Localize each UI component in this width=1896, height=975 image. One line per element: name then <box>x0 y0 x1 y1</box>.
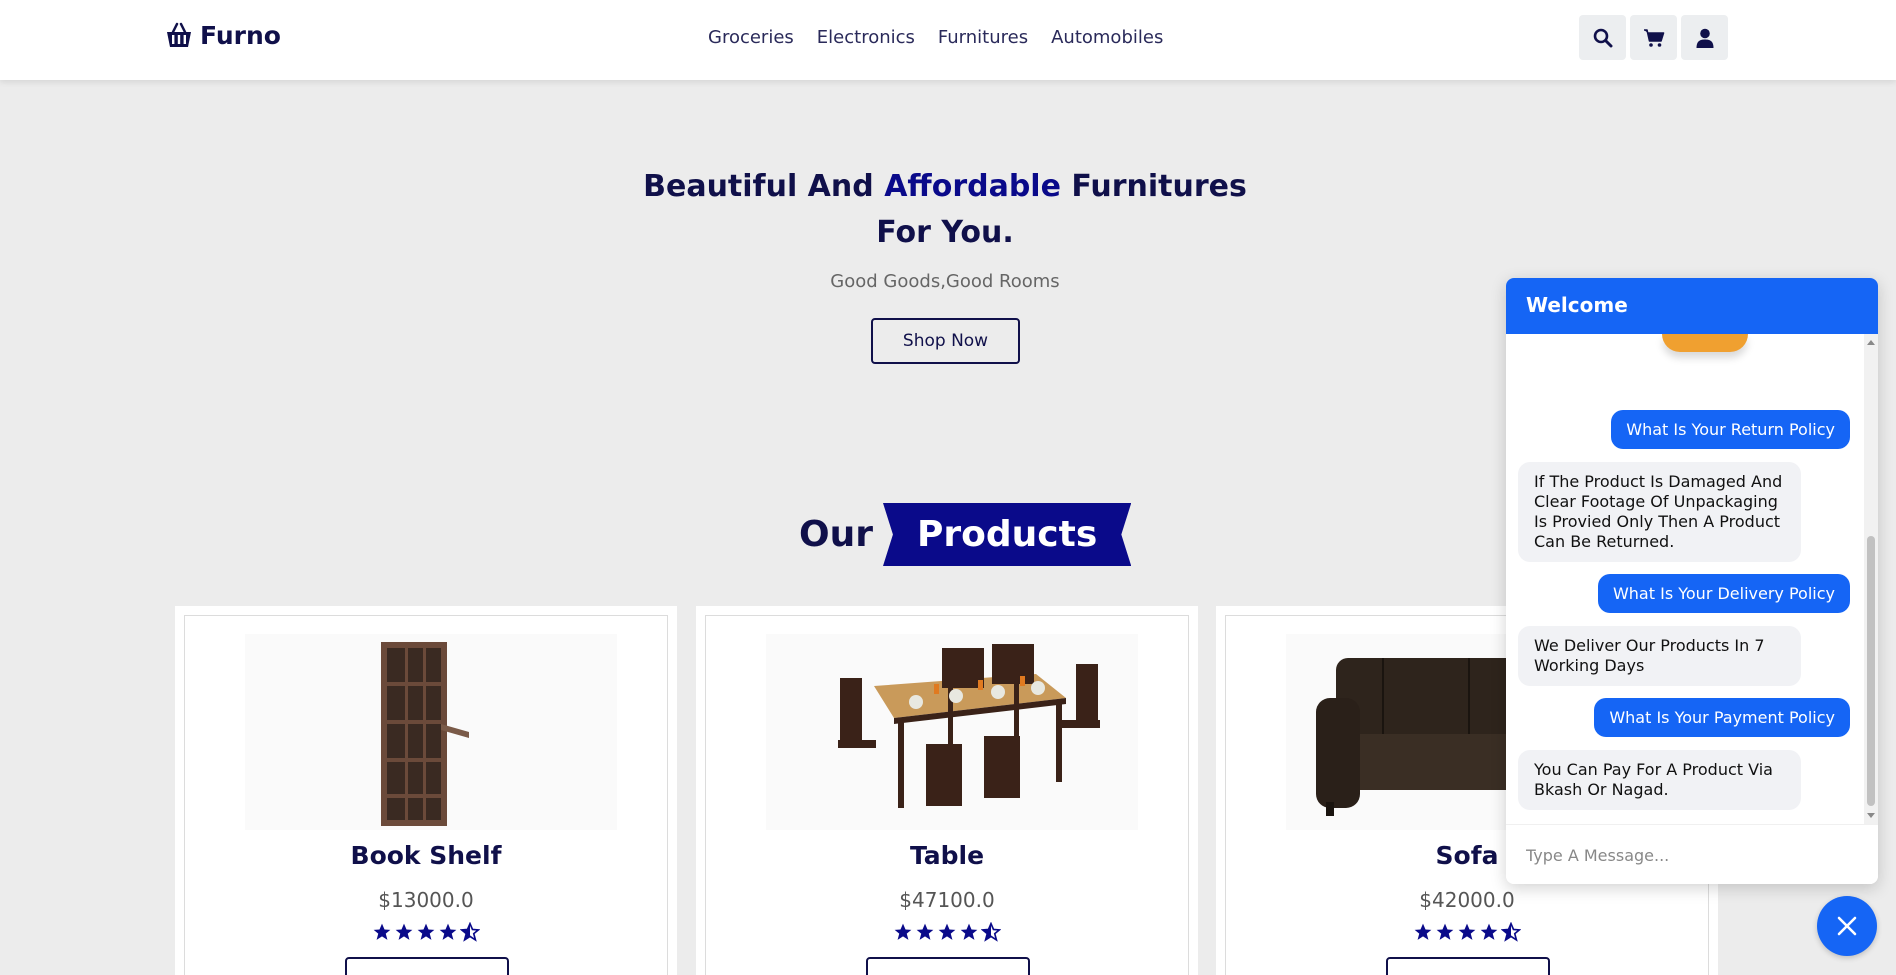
hero-title-part1: Beautiful And <box>643 169 885 204</box>
table-image <box>838 644 1100 808</box>
shop-now-button[interactable]: Shop Now <box>871 318 1020 364</box>
nav-electronics[interactable]: Electronics <box>817 27 915 48</box>
star-full-icon <box>373 923 391 940</box>
products-section-heading: Our Products <box>799 503 1132 566</box>
chat-message-user: What Is Your Delivery Policy <box>1597 574 1850 613</box>
product-rating <box>706 922 1188 942</box>
star-full-icon <box>1480 923 1498 940</box>
star-full-icon <box>1414 923 1432 940</box>
product-card[interactable]: Book Shelf $13000.0 <box>175 606 677 975</box>
chat-message-input[interactable] <box>1506 825 1878 884</box>
nav-automobiles[interactable]: Automobiles <box>1051 27 1163 48</box>
hero-subtitle: Good Goods,Good Rooms <box>830 271 1060 292</box>
scroll-up-icon[interactable] <box>1867 340 1875 345</box>
product-image <box>245 634 617 830</box>
search-button[interactable] <box>1579 15 1626 60</box>
cart-button[interactable] <box>1630 15 1677 60</box>
basket-icon <box>167 22 191 47</box>
add-to-cart-button[interactable] <box>345 957 509 975</box>
star-full-icon <box>395 923 413 940</box>
product-rating <box>1226 922 1708 942</box>
hero-title-accent: Affordable <box>884 169 1061 204</box>
star-full-icon <box>938 923 956 940</box>
header-actions <box>1579 15 1728 60</box>
star-half-icon <box>1501 922 1521 942</box>
star-full-icon <box>1436 923 1454 940</box>
cart-icon <box>1643 28 1664 47</box>
chat-message-user: What Is Your Payment Policy <box>1594 698 1850 737</box>
product-price: $47100.0 <box>899 888 995 912</box>
chat-scrollbar-thumb[interactable] <box>1867 536 1875 806</box>
brand-logo[interactable]: Furno <box>164 20 281 50</box>
product-price: $13000.0 <box>378 888 474 912</box>
chat-input-area <box>1506 824 1878 884</box>
star-full-icon <box>960 923 978 940</box>
product-card[interactable]: Table $47100.0 <box>696 606 1198 975</box>
heading-our: Our <box>799 514 873 555</box>
star-full-icon <box>417 923 435 940</box>
star-full-icon <box>1458 923 1476 940</box>
chat-message-bot: You Can Pay For A Product Via Bkash Or N… <box>1518 750 1801 810</box>
product-rating <box>185 922 667 942</box>
account-button[interactable] <box>1681 15 1728 60</box>
add-to-cart-button[interactable] <box>866 957 1030 975</box>
nav-furnitures[interactable]: Furnitures <box>938 27 1028 48</box>
chat-messages[interactable]: What Is Your Return Policy If The Produc… <box>1506 334 1878 824</box>
nav-groceries[interactable]: Groceries <box>708 27 794 48</box>
chat-scrollbar[interactable] <box>1864 334 1878 824</box>
close-icon <box>1837 916 1857 936</box>
star-half-icon <box>981 922 1001 942</box>
chat-decoration <box>1662 334 1748 352</box>
add-to-cart-button[interactable] <box>1386 957 1550 975</box>
heading-products-ribbon: Products <box>883 503 1132 566</box>
scroll-down-icon[interactable] <box>1867 813 1875 818</box>
hero-title: Beautiful And Affordable Furnitures For … <box>640 164 1250 256</box>
product-price: $42000.0 <box>1419 888 1515 912</box>
chat-widget: Welcome What Is Your Return Policy If Th… <box>1506 278 1878 884</box>
main-nav: Groceries Electronics Furnitures Automob… <box>708 27 1163 48</box>
product-name: Table <box>909 841 985 870</box>
chat-message-bot: We Deliver Our Products In 7 Working Day… <box>1518 626 1801 686</box>
product-name: Book Shelf <box>350 841 502 870</box>
chat-message-user: What Is Your Return Policy <box>1611 410 1850 449</box>
product-card-frame: Book Shelf $13000.0 <box>184 615 668 975</box>
product-card-frame: Table $47100.0 <box>705 615 1189 975</box>
star-full-icon <box>439 923 457 940</box>
chat-header: Welcome <box>1506 278 1878 334</box>
search-icon <box>1593 28 1612 47</box>
chat-close-button[interactable] <box>1817 896 1877 956</box>
star-full-icon <box>894 923 912 940</box>
brand-name: Furno <box>200 20 281 50</box>
star-half-icon <box>460 922 480 942</box>
star-full-icon <box>916 923 934 940</box>
chat-message-bot: If The Product Is Damaged And Clear Foot… <box>1518 462 1801 562</box>
site-header: Furno Groceries Electronics Furnitures A… <box>0 0 1896 80</box>
user-icon <box>1696 28 1713 48</box>
product-image <box>766 634 1138 830</box>
bookshelf-image <box>381 642 469 826</box>
